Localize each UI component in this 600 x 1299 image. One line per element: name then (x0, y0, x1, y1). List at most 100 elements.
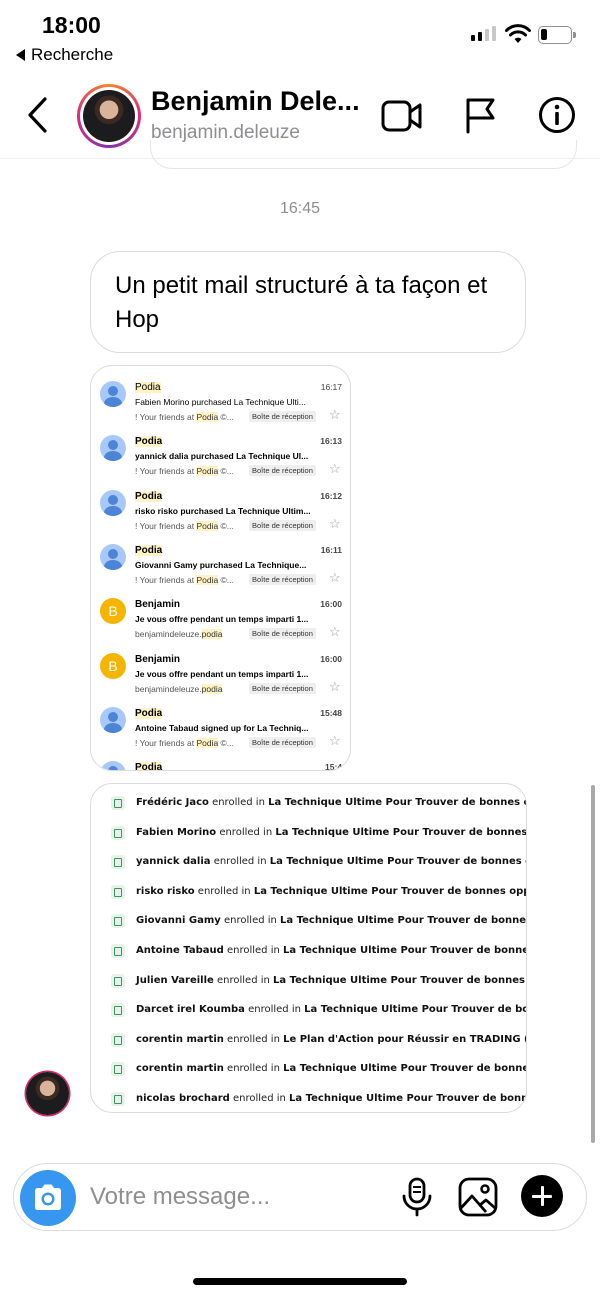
email-row[interactable]: Podia 16:11 Giovanni Gamy purchased La Tec… (91, 536, 350, 590)
email-preview-suffix: ©... (218, 574, 234, 585)
chevron-left-icon[interactable] (26, 96, 50, 134)
star-outline-icon[interactable]: ☆ (329, 733, 341, 749)
email-row[interactable]: B Benjamin 16:00 Je vous offre pendant un t… (91, 590, 350, 644)
email-row[interactable]: Podia 16:13 yannick dalia purchased La Tec… (91, 427, 350, 481)
back-to-app-link[interactable]: Recherche (16, 45, 113, 65)
enrollment-text: Giovanni Gamy enrolled in La Technique U… (136, 915, 526, 927)
email-row[interactable]: Podia 15:48 Antoine Tabaud signed up for L… (91, 699, 350, 753)
enrollment-text: Fabien Morino enrolled in La Technique U… (136, 826, 526, 838)
video-call-icon[interactable] (381, 98, 423, 134)
email-subject: Fabien Morino purchased La Technique Ult… (135, 397, 306, 407)
enrollee-name: Frédéric Jaco (136, 797, 209, 808)
email-subject: Antoine Tabaud signed up for La Techniq.… (135, 722, 309, 733)
person-avatar-icon (100, 489, 126, 516)
email-row[interactable]: B Benjamin 16:00 Je vous offre pendant un t… (91, 645, 350, 699)
enrolled-in-verb: enrolled in (229, 1093, 290, 1104)
email-row[interactable]: Podia 15:4 (91, 753, 350, 770)
course-book-icon (111, 944, 125, 958)
email-time: 16:12 (320, 490, 342, 501)
email-time: 16:17 (320, 382, 342, 392)
info-icon[interactable] (538, 96, 576, 134)
sender-avatar-letter: B (100, 652, 126, 679)
enrolled-in-verb: enrolled in (216, 826, 276, 838)
email-preview-highlight: podia (201, 629, 223, 640)
email-row[interactable]: Podia 16:17 Fabien Morino purchased La Tec… (91, 373, 350, 427)
enrollee-name: Antoine Tabaud (136, 945, 224, 956)
scrollbar[interactable] (591, 785, 595, 1143)
person-avatar-icon (100, 761, 126, 770)
email-row[interactable]: Podia 16:12 risko risko purchased La Techn… (91, 482, 350, 536)
enrollment-row: Giovanni Gamy enrolled in La Technique U… (91, 907, 526, 936)
enrolled-in-verb: enrolled in (223, 1063, 284, 1075)
email-sender-name: Podia (135, 544, 163, 556)
enrollment-row: risko risko enrolled in La Technique Ult… (91, 878, 526, 907)
email-subject: Je vous offre pendant un temps imparti 1… (135, 614, 309, 625)
email-time: 15:48 (320, 707, 342, 718)
enrollment-row: yannick dalia enrolled in La Technique U… (91, 848, 526, 877)
course-book-icon (111, 973, 125, 988)
person-avatar-icon (100, 543, 126, 570)
enrollment-text: Julien Vareille enrolled in La Technique… (136, 974, 526, 986)
star-outline-icon[interactable]: ☆ (329, 570, 341, 586)
email-sender: Podia (135, 490, 163, 502)
email-preview-highlight: Podia (196, 520, 219, 531)
message-timestamp: 16:45 (279, 200, 321, 217)
wifi-icon (505, 24, 531, 43)
course-name: La Technique Ultime Pour Trouver de bonn… (304, 1004, 526, 1016)
email-preview-prefix: ! Your friends at (135, 466, 197, 477)
enrollment-text: corentin martin enrolled in La Technique… (136, 1063, 526, 1075)
email-time: 16:00 (320, 653, 342, 664)
email-label-badge: Boîte de réception (249, 736, 316, 748)
enrollment-text: Frédéric Jaco enrolled in La Technique U… (136, 797, 526, 808)
person-avatar-icon (100, 435, 126, 462)
plus-circle-icon[interactable] (521, 1175, 563, 1217)
email-screenshot-image[interactable]: Podia 16:17 Fabien Morino purchased La Tec… (90, 365, 351, 771)
contact-avatar[interactable] (77, 84, 141, 148)
enrollment-row: Antoine Tabaud enrolled in La Technique … (91, 937, 526, 966)
gallery-image-icon[interactable] (458, 1177, 498, 1217)
star-outline-icon[interactable]: ☆ (329, 407, 341, 423)
header-divider (0, 158, 600, 159)
email-sender-name: Podia (135, 436, 163, 448)
email-preview-prefix: ! Your friends at (135, 574, 197, 585)
email-preview-highlight: Podia (196, 412, 219, 422)
course-book-icon (111, 1003, 125, 1018)
course-name: La Technique Ultime Pour Trouver de bonn… (253, 885, 526, 897)
message-bubble[interactable]: Un petit mail structuré à ta façon et Ho… (90, 251, 526, 353)
email-preview: benjamindeleuze.podia (135, 683, 243, 694)
email-label-badge: Boîte de réception (249, 573, 316, 585)
course-book-icon (111, 1062, 125, 1077)
enrollee-name: corentin martin (136, 1033, 224, 1045)
email-subject: Je vous offre pendant un temps imparti 1… (135, 668, 309, 679)
star-outline-icon[interactable]: ☆ (329, 516, 341, 532)
email-sender-name: Podia (135, 382, 161, 393)
email-preview-suffix: ©... (218, 520, 234, 531)
enrollment-screenshot-image[interactable]: Frédéric Jaco enrolled in La Technique U… (90, 783, 527, 1113)
message-input[interactable] (90, 1180, 380, 1214)
enrolled-in-verb: enrolled in (208, 797, 269, 808)
course-name: La Technique Ultime Pour Trouver de bonn… (269, 856, 526, 868)
email-preview: benjamindeleuze.podia (135, 629, 243, 640)
course-name: La Technique Ultime Pour Trouver de bonn… (283, 945, 526, 956)
email-sender: Podia (135, 382, 161, 393)
email-preview: ! Your friends at Podia ©... (135, 574, 243, 585)
flag-icon[interactable] (463, 96, 497, 134)
microphone-icon[interactable] (400, 1177, 434, 1217)
camera-button[interactable] (20, 1170, 76, 1226)
enrollment-text: Antoine Tabaud enrolled in La Technique … (136, 945, 526, 956)
enrollee-name: Darcet irel Koumba (136, 1004, 245, 1016)
star-outline-icon[interactable]: ☆ (329, 679, 341, 695)
back-app-label: Recherche (31, 45, 114, 64)
enrollment-row: corentin martin enrolled in La Technique… (91, 1055, 526, 1084)
enrollment-row: nicolas brochard enrolled in La Techniqu… (91, 1085, 526, 1112)
sender-avatar-letter: B (100, 598, 126, 625)
camera-icon (35, 1184, 61, 1210)
enrolled-in-verb: enrolled in (220, 915, 281, 927)
star-outline-icon[interactable]: ☆ (329, 624, 341, 640)
enrolled-in-verb: enrolled in (213, 974, 274, 986)
email-sender: Benjamin (135, 654, 180, 665)
sender-avatar[interactable] (26, 1072, 69, 1115)
star-outline-icon[interactable]: ☆ (329, 461, 341, 477)
email-preview-highlight: podia (201, 683, 223, 694)
contact-name[interactable]: Benjamin Dele... (151, 86, 360, 117)
